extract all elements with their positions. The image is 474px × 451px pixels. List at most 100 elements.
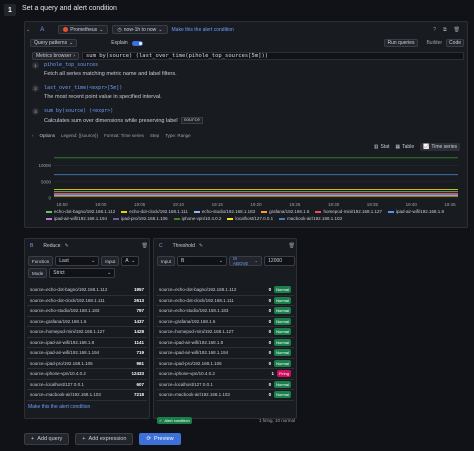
datasource-picker[interactable]: Prometheus ⌄	[58, 25, 109, 34]
result-value: 719	[136, 350, 144, 356]
input-label: Input	[101, 256, 120, 266]
viz-tabs: ▥ Stat ▦ Table 📈 Time series	[348, 142, 460, 151]
x-tick-label: 19:40	[406, 202, 418, 207]
legend-item[interactable]: iphone-vpn/10.4.0.2	[173, 216, 222, 221]
legend-label: ipad-pro/192.168.1.106	[121, 216, 168, 221]
query-patterns-button[interactable]: Query patterns ⌄	[30, 39, 78, 47]
result-row: source=ipad-pro/192.168.1.106 0 Normal	[156, 359, 294, 369]
query-header: ⌄ A Prometheus ⌄ ◷ now-1h to now ⌄ Make …	[26, 23, 466, 36]
x-tick-label: 19:15	[212, 202, 224, 207]
result-right: 0 Normal	[269, 359, 291, 367]
result-label: source=echo-studio/192.168.1.183	[159, 308, 229, 314]
reduce-ref: B	[30, 242, 34, 249]
tab-time-series-label: Time series	[431, 143, 457, 150]
result-value: 7218	[133, 392, 144, 398]
y-tick-label: 10000	[38, 163, 51, 168]
input-select[interactable]: A ⌄	[121, 256, 140, 266]
chevron-down-icon[interactable]: ⌄	[26, 27, 30, 33]
delete-icon[interactable]: 🗑	[454, 27, 460, 33]
chevron-down-icon: ⌄	[107, 270, 112, 276]
legend-label: echo-dot-bagno/192.168.1.112	[54, 209, 116, 214]
result-label: source=echo-dot-bagno/192.168.1.112	[159, 287, 237, 293]
input-select[interactable]: B ⌄	[177, 256, 227, 266]
legend-label: ipad-air-wifi/192.168.1.194	[54, 216, 108, 221]
result-row: source=macbook-air/192.168.1.103 7218	[27, 390, 147, 401]
make-alert-condition-link[interactable]: Make this the alert condition	[28, 404, 90, 410]
make-alert-condition-link[interactable]: Make this the alert condition	[172, 27, 234, 33]
result-label: source=ipad-pro/192.168.1.106	[30, 360, 93, 366]
result-row: source=ipad-air-wifi/192.168.1.194 0 Norma…	[156, 348, 294, 359]
result-row: source=grafana/192.168.1.6 1437	[27, 317, 147, 327]
preview-button[interactable]: ⟳ Preview	[139, 433, 181, 445]
query-ref[interactable]: A	[40, 27, 44, 33]
tab-table[interactable]: ▦ Table	[395, 144, 414, 150]
legend-swatch	[46, 217, 52, 220]
legend-item[interactable]: echo-studio/192.168.1.183	[193, 209, 255, 214]
metrics-browser-button[interactable]: Metrics browser ›	[32, 51, 79, 60]
legend-item[interactable]: ipad-air-wifi/192.168.1.8	[387, 209, 444, 214]
delete-icon[interactable]: 🗑	[289, 243, 295, 249]
mode-select[interactable]: Strict ⌄	[49, 268, 116, 278]
operator-select[interactable]: IS ABOVE ⌄	[228, 256, 263, 266]
threshold-value-input[interactable]: 12000	[264, 256, 295, 266]
legend-item[interactable]: echo-dot-bagno/192.168.1.112	[46, 209, 115, 214]
chevron-right-icon: ›	[73, 52, 75, 59]
chevron-down-icon: ⌄	[91, 258, 96, 264]
x-tick-label: 19:45	[444, 202, 456, 207]
metrics-browser-label: Metrics browser	[36, 52, 72, 59]
legend-item[interactable]: grafana/192.168.1.6	[261, 209, 309, 214]
options-row[interactable]: › Options Legend: {{source}} Format: Tim…	[32, 131, 462, 139]
run-queries-button[interactable]: Run queries	[383, 39, 419, 47]
result-right: 0 Normal	[268, 328, 291, 336]
footer-actions: + Add query + Add expression ⟳ Preview	[24, 433, 181, 445]
edit-icon[interactable]: ✎	[199, 243, 203, 249]
x-tick-label: 19:25	[289, 202, 301, 207]
explain-toggle[interactable]	[131, 40, 143, 46]
function-value: Last	[59, 258, 69, 264]
builder-tab[interactable]: Builder	[426, 40, 442, 46]
legend-swatch	[261, 210, 268, 213]
legend-item[interactable]: macbook-air/192.168.1.103	[279, 216, 342, 221]
add-expression-button[interactable]: + Add expression	[75, 433, 134, 445]
result-label: source=macbook-air/192.168.1.103	[159, 392, 230, 398]
status-badge: Normal	[274, 359, 291, 367]
legend-label: homepod-mini/192.168.1.127	[323, 209, 382, 214]
tab-stat[interactable]: ▥ Stat	[374, 144, 390, 150]
result-value: 0	[268, 329, 272, 335]
add-query-button[interactable]: + Add query	[24, 433, 70, 445]
legend-item[interactable]: ipad-pro/192.168.1.106	[113, 216, 168, 221]
result-label: source=macbook-air/192.168.1.103	[30, 392, 101, 398]
result-value: 607	[136, 381, 144, 387]
reduce-header: B Reduce ✎ 🗑	[28, 241, 148, 250]
query-editor-row: Metrics browser › sum by(source) (last_o…	[32, 51, 464, 60]
legend-item[interactable]: ipad-air-wifi/192.168.1.194	[46, 216, 107, 221]
hint-item: 2 last_over_time(<expr>[5m]) The most re…	[32, 85, 462, 107]
tab-time-series[interactable]: 📈 Time series	[420, 142, 460, 151]
legend-label: iphone-vpn/10.4.0.2	[181, 216, 222, 221]
chevron-right-icon: ›	[32, 132, 34, 138]
duplicate-icon[interactable]: ⧉	[443, 27, 447, 33]
legend-item[interactable]: localhost/127.0.0.1	[227, 216, 273, 221]
alert-condition-label: Alert condition	[164, 418, 190, 423]
legend-item[interactable]: echo-dot-clock/192.168.1.111	[121, 209, 188, 214]
result-value: 1	[271, 371, 274, 377]
function-select[interactable]: Last ⌄	[55, 256, 100, 266]
status-badge: Normal	[274, 349, 291, 357]
legend-item[interactable]: homepod-mini/192.168.1.127	[315, 209, 382, 214]
y-tick-label: 0	[48, 196, 51, 201]
edit-icon[interactable]: ✎	[65, 243, 69, 249]
result-right: 0 Normal	[269, 380, 291, 388]
time-range-picker[interactable]: ◷ now-1h to now ⌄	[112, 25, 168, 34]
reduce-mode-row: Mode Strict ⌄	[28, 268, 118, 278]
prometheus-icon	[63, 27, 69, 32]
code-tab[interactable]: Code	[446, 39, 464, 47]
result-row: source=homepod-mini/192.168.1.127 1428	[27, 327, 147, 338]
result-value: 1141	[134, 339, 144, 345]
help-icon[interactable]: ?	[433, 27, 436, 33]
tab-table-label: Table	[402, 143, 415, 150]
hint-item: 1 pihole_top_sources Fetch all series ma…	[32, 62, 462, 84]
result-label: source=ipad-air-wifi/192.168.1.194	[30, 350, 100, 356]
time-range-value: now-1h to now	[123, 26, 157, 33]
query-expression-input[interactable]: sum by(source) (last_over_time(pihole_to…	[81, 51, 464, 60]
delete-icon[interactable]: 🗑	[142, 243, 148, 249]
